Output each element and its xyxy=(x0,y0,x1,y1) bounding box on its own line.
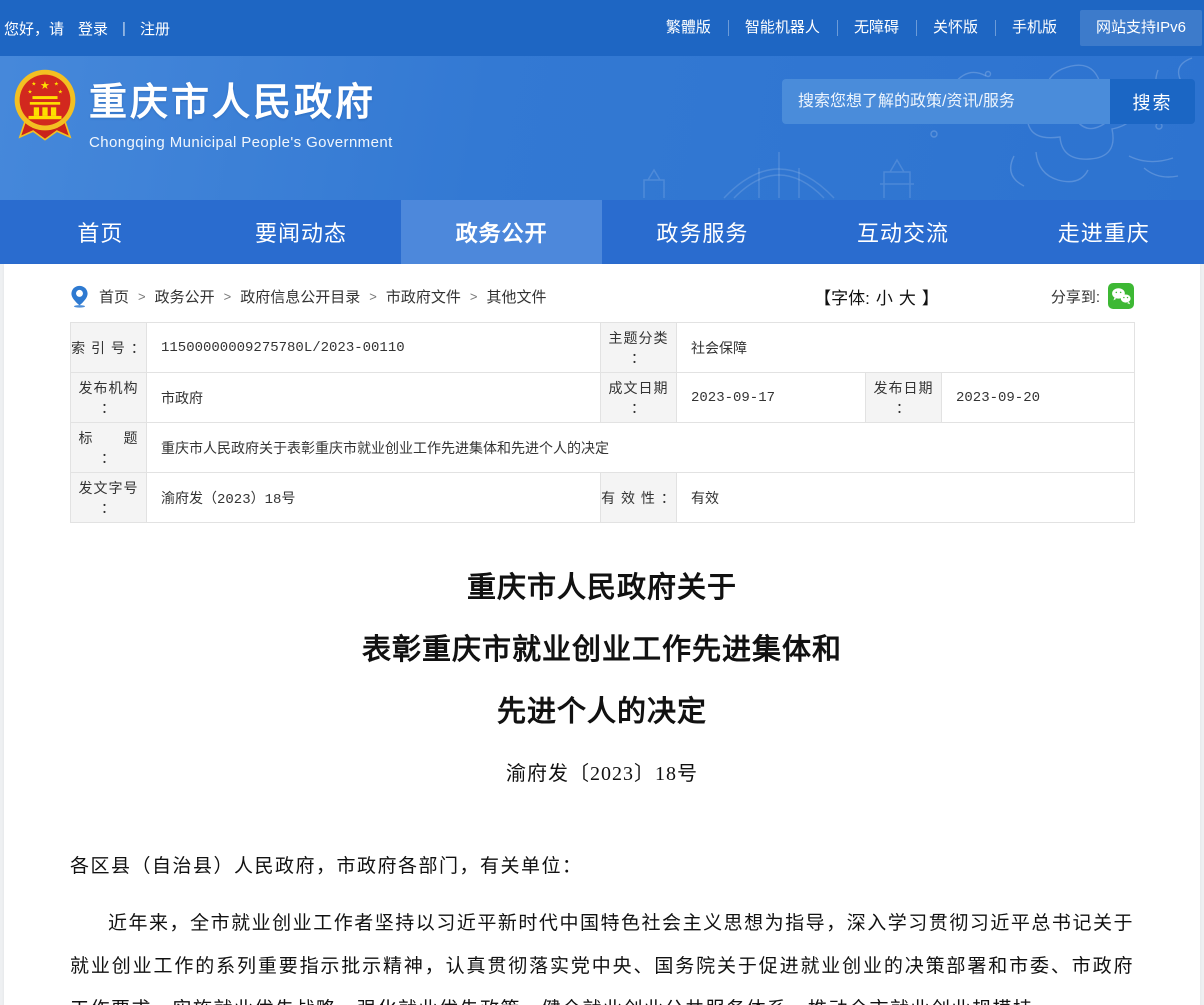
search-button[interactable]: 搜索 xyxy=(1110,79,1195,124)
page-tools: 【字体: 小 大 】 分享到: xyxy=(814,283,1134,309)
doc-title-value: 重庆市人民政府关于表彰重庆市就业创业工作先进集体和先进个人的决定 xyxy=(147,423,1135,473)
smart-robot-link[interactable]: 智能机器人 xyxy=(728,0,837,56)
meta-row-docno: 发文字号 ： 渝府发（2023）18号 有 效 性 ： 有效 xyxy=(71,473,1135,523)
breadcrumb-home[interactable]: 首页 xyxy=(99,286,129,307)
search-input[interactable] xyxy=(782,79,1110,124)
svg-text:★: ★ xyxy=(58,89,63,95)
breadcrumb-separator: > xyxy=(369,289,377,304)
wechat-share-icon[interactable] xyxy=(1108,283,1134,309)
svg-text:★: ★ xyxy=(40,80,50,92)
document-body: 各区县（自治县）人民政府，市政府各部门，有关单位： 近年来，全市就业创业工作者坚… xyxy=(70,845,1134,1005)
issuing-agency-value: 市政府 xyxy=(147,373,601,423)
svg-text:★: ★ xyxy=(54,82,59,88)
login-link[interactable]: 登录 xyxy=(78,18,108,39)
index-number-value: 11500000009275780L/2023-00110 xyxy=(147,323,601,373)
breadcrumb-gov-disclosure[interactable]: 政务公开 xyxy=(155,286,215,307)
document-number: 渝府发〔2023〕18号 xyxy=(70,743,1134,805)
doc-number-label: 发文字号 ： xyxy=(71,473,147,523)
document-title-line1: 重庆市人民政府关于 xyxy=(70,557,1134,619)
mobile-version-link[interactable]: 手机版 xyxy=(995,0,1074,56)
banner-flower-decoration xyxy=(584,56,1204,200)
page: 您好，请 登录 | 注册 繁體版 智能机器人 无障碍 关怀版 手机版 网站支持I… xyxy=(0,0,1204,1005)
content-card: 首页 > 政务公开 > 政府信息公开目录 > 市政府文件 > 其他文件 【字体:… xyxy=(4,264,1200,1005)
ipv6-support-badge[interactable]: 网站支持IPv6 xyxy=(1080,10,1202,46)
nav-item-gov-disclosure[interactable]: 政务公开 xyxy=(401,200,602,264)
validity-value: 有效 xyxy=(677,473,1135,523)
topic-category-value: 社会保障 xyxy=(677,323,1135,373)
document-title: 重庆市人民政府关于 表彰重庆市就业创业工作先进集体和 先进个人的决定 xyxy=(70,557,1134,743)
nav-item-home[interactable]: 首页 xyxy=(0,200,201,264)
meta-row-issuer-dates: 发布机构 ： 市政府 成文日期 ： 2023-09-17 发布日期 ： 2023… xyxy=(71,373,1135,423)
topic-category-label: 主题分类 ： xyxy=(601,323,677,373)
meta-row-index: 索 引 号 ： 11500000009275780L/2023-00110 主题… xyxy=(71,323,1135,373)
document-content: 重庆市人民政府关于 表彰重庆市就业创业工作先进集体和 先进个人的决定 渝府发〔2… xyxy=(70,557,1134,1005)
document-title-line2: 表彰重庆市就业创业工作先进集体和 xyxy=(70,619,1134,681)
breadcrumb-info-catalog[interactable]: 政府信息公开目录 xyxy=(240,286,360,307)
breadcrumb-separator: > xyxy=(224,289,232,304)
site-logo-link[interactable]: ★ ★ ★ ★ ★ 重庆市人民政府 Chongqing Municipal Pe… xyxy=(12,66,393,151)
traditional-chinese-link[interactable]: 繁體版 xyxy=(649,0,728,56)
publish-date-label: 发布日期 ： xyxy=(866,373,942,423)
care-version-link[interactable]: 关怀版 xyxy=(916,0,995,56)
top-utility-bar: 您好，请 登录 | 注册 繁體版 智能机器人 无障碍 关怀版 手机版 网站支持I… xyxy=(0,0,1204,56)
accessibility-link[interactable]: 无障碍 xyxy=(837,0,916,56)
meta-row-title: 标 题 ： 重庆市人民政府关于表彰重庆市就业创业工作先进集体和先进个人的决定 xyxy=(71,423,1135,473)
document-meta-table: 索 引 号 ： 11500000009275780L/2023-00110 主题… xyxy=(70,322,1135,523)
brand-text: 重庆市人民政府 Chongqing Municipal People's Gov… xyxy=(89,66,393,151)
index-number-label: 索 引 号 ： xyxy=(71,323,147,373)
national-emblem-icon: ★ ★ ★ ★ ★ xyxy=(12,68,78,144)
written-date-value: 2023-09-17 xyxy=(677,373,866,423)
font-larger-button[interactable]: 大 xyxy=(899,284,916,309)
utility-links: 繁體版 智能机器人 无障碍 关怀版 手机版 网站支持IPv6 xyxy=(649,0,1204,56)
document-salutation: 各区县（自治县）人民政府，市政府各部门，有关单位： xyxy=(70,845,1134,888)
breadcrumb-other-docs[interactable]: 其他文件 xyxy=(486,286,546,307)
nav-item-news[interactable]: 要闻动态 xyxy=(201,200,402,264)
font-size-label-close: 】 xyxy=(922,284,939,309)
nav-item-about-chongqing[interactable]: 走进重庆 xyxy=(1003,200,1204,264)
font-size-tools: 【字体: 小 大 】 xyxy=(814,284,939,309)
site-subtitle: Chongqing Municipal People's Government xyxy=(89,134,393,151)
font-smaller-button[interactable]: 小 xyxy=(876,284,893,309)
breadcrumb-municipal-docs[interactable]: 市政府文件 xyxy=(386,286,461,307)
publish-date-value: 2023-09-20 xyxy=(942,373,1135,423)
site-title: 重庆市人民政府 xyxy=(89,82,393,126)
site-search: 搜索 xyxy=(782,79,1195,124)
breadcrumb-separator: > xyxy=(470,289,478,304)
doc-title-label: 标 题 ： xyxy=(71,423,147,473)
account-links: 您好，请 登录 | 注册 xyxy=(2,18,170,39)
written-date-label: 成文日期 ： xyxy=(601,373,677,423)
location-pin-icon xyxy=(70,285,89,308)
document-title-line3: 先进个人的决定 xyxy=(70,681,1134,743)
svg-text:★: ★ xyxy=(27,89,32,95)
breadcrumb-separator: > xyxy=(138,289,146,304)
font-size-label: 【字体: xyxy=(814,284,870,309)
greeting-text: 您好，请 xyxy=(4,18,64,39)
validity-label: 有 效 性 ： xyxy=(601,473,677,523)
nav-item-interaction[interactable]: 互动交流 xyxy=(803,200,1004,264)
svg-text:★: ★ xyxy=(31,82,36,88)
issuing-agency-label: 发布机构 ： xyxy=(71,373,147,423)
document-paragraph: 近年来，全市就业创业工作者坚持以习近平新时代中国特色社会主义思想为指导，深入学习… xyxy=(70,902,1134,1005)
main-nav: 首页 要闻动态 政务公开 政务服务 互动交流 走进重庆 xyxy=(0,200,1204,264)
site-banner: ★ ★ ★ ★ ★ 重庆市人民政府 Chongqing Municipal Pe… xyxy=(0,56,1204,200)
share-label: 分享到: xyxy=(1051,286,1100,307)
nav-item-gov-services[interactable]: 政务服务 xyxy=(602,200,803,264)
share-tools: 分享到: xyxy=(1051,283,1134,309)
divider: | xyxy=(122,20,126,37)
breadcrumb: 首页 > 政务公开 > 政府信息公开目录 > 市政府文件 > 其他文件 【字体:… xyxy=(70,279,1134,313)
doc-number-value: 渝府发（2023）18号 xyxy=(147,473,601,523)
register-link[interactable]: 注册 xyxy=(140,18,170,39)
